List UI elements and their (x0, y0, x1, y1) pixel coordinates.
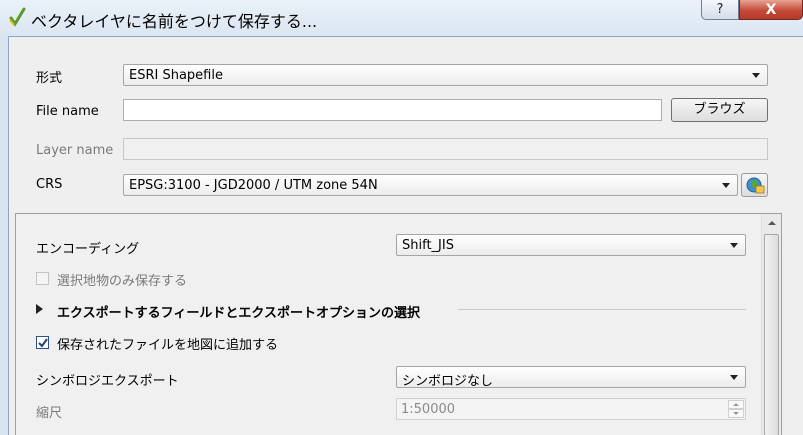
add-to-map-checkbox[interactable] (36, 336, 49, 349)
crs-select-button[interactable] (741, 173, 768, 197)
options-panel: エンコーディング Shift_JIS 選択地物のみ保存する エクスポートするフィ… (15, 213, 782, 435)
layername-label: Layer name (36, 143, 114, 158)
title-bar: ベクタレイヤに名前をつけて保存する... ? X (0, 0, 803, 36)
format-combo[interactable]: ESRI Shapefile (123, 64, 768, 86)
format-label: 形式 (36, 71, 63, 86)
layername-input[interactable] (124, 139, 767, 159)
checkmark-icon (38, 338, 48, 348)
scale-value: 1:50000 (401, 402, 456, 417)
layername-field[interactable] (123, 138, 768, 160)
chevron-down-icon (752, 73, 760, 78)
scroll-up-arrow-icon[interactable] (762, 214, 781, 231)
window-title: ベクタレイヤに名前をつけて保存する... (31, 12, 318, 31)
help-button[interactable]: ? (701, 0, 739, 20)
chevron-down-icon (730, 375, 738, 380)
browse-button[interactable]: ブラウズ (671, 98, 768, 122)
encoding-combo[interactable]: Shift_JIS (396, 234, 746, 256)
add-to-map-label: 保存されたファイルを地図に追加する (57, 338, 279, 353)
filename-input[interactable] (124, 100, 661, 120)
section-divider (458, 309, 746, 310)
scrollbar-thumb[interactable] (764, 234, 779, 435)
expand-arrow-icon[interactable] (36, 304, 43, 314)
crs-combo[interactable]: EPSG:3100 - JGD2000 / UTM zone 54N (123, 174, 738, 196)
close-button[interactable]: X (739, 0, 803, 20)
encoding-label: エンコーディング (36, 242, 140, 257)
filename-field[interactable] (123, 99, 662, 121)
selected-only-checkbox[interactable] (36, 272, 49, 285)
crs-value: EPSG:3100 - JGD2000 / UTM zone 54N (129, 178, 378, 193)
chevron-down-icon (730, 243, 738, 248)
scale-spinbox[interactable]: 1:50000 (396, 398, 746, 420)
qgis-icon (9, 7, 26, 27)
symbology-combo[interactable]: シンボロジなし (396, 366, 746, 389)
symbology-value: シンボロジなし (402, 374, 494, 389)
spin-up-arrow-icon[interactable] (728, 400, 744, 409)
format-value: ESRI Shapefile (129, 68, 223, 83)
spin-down-arrow-icon[interactable] (728, 409, 744, 418)
fields-section-header[interactable]: エクスポートするフィールドとエクスポートオプションの選択 (57, 302, 420, 321)
scale-label: 縮尺 (36, 406, 63, 421)
filename-label: File name (36, 104, 99, 119)
selected-only-label: 選択地物のみ保存する (57, 274, 188, 289)
vertical-scrollbar[interactable] (761, 214, 781, 435)
chevron-down-icon (722, 183, 730, 188)
crs-label: CRS (36, 177, 63, 192)
encoding-value: Shift_JIS (402, 238, 454, 253)
symbology-label: シンボロジエクスポート (36, 374, 179, 389)
globe-icon (746, 177, 765, 194)
